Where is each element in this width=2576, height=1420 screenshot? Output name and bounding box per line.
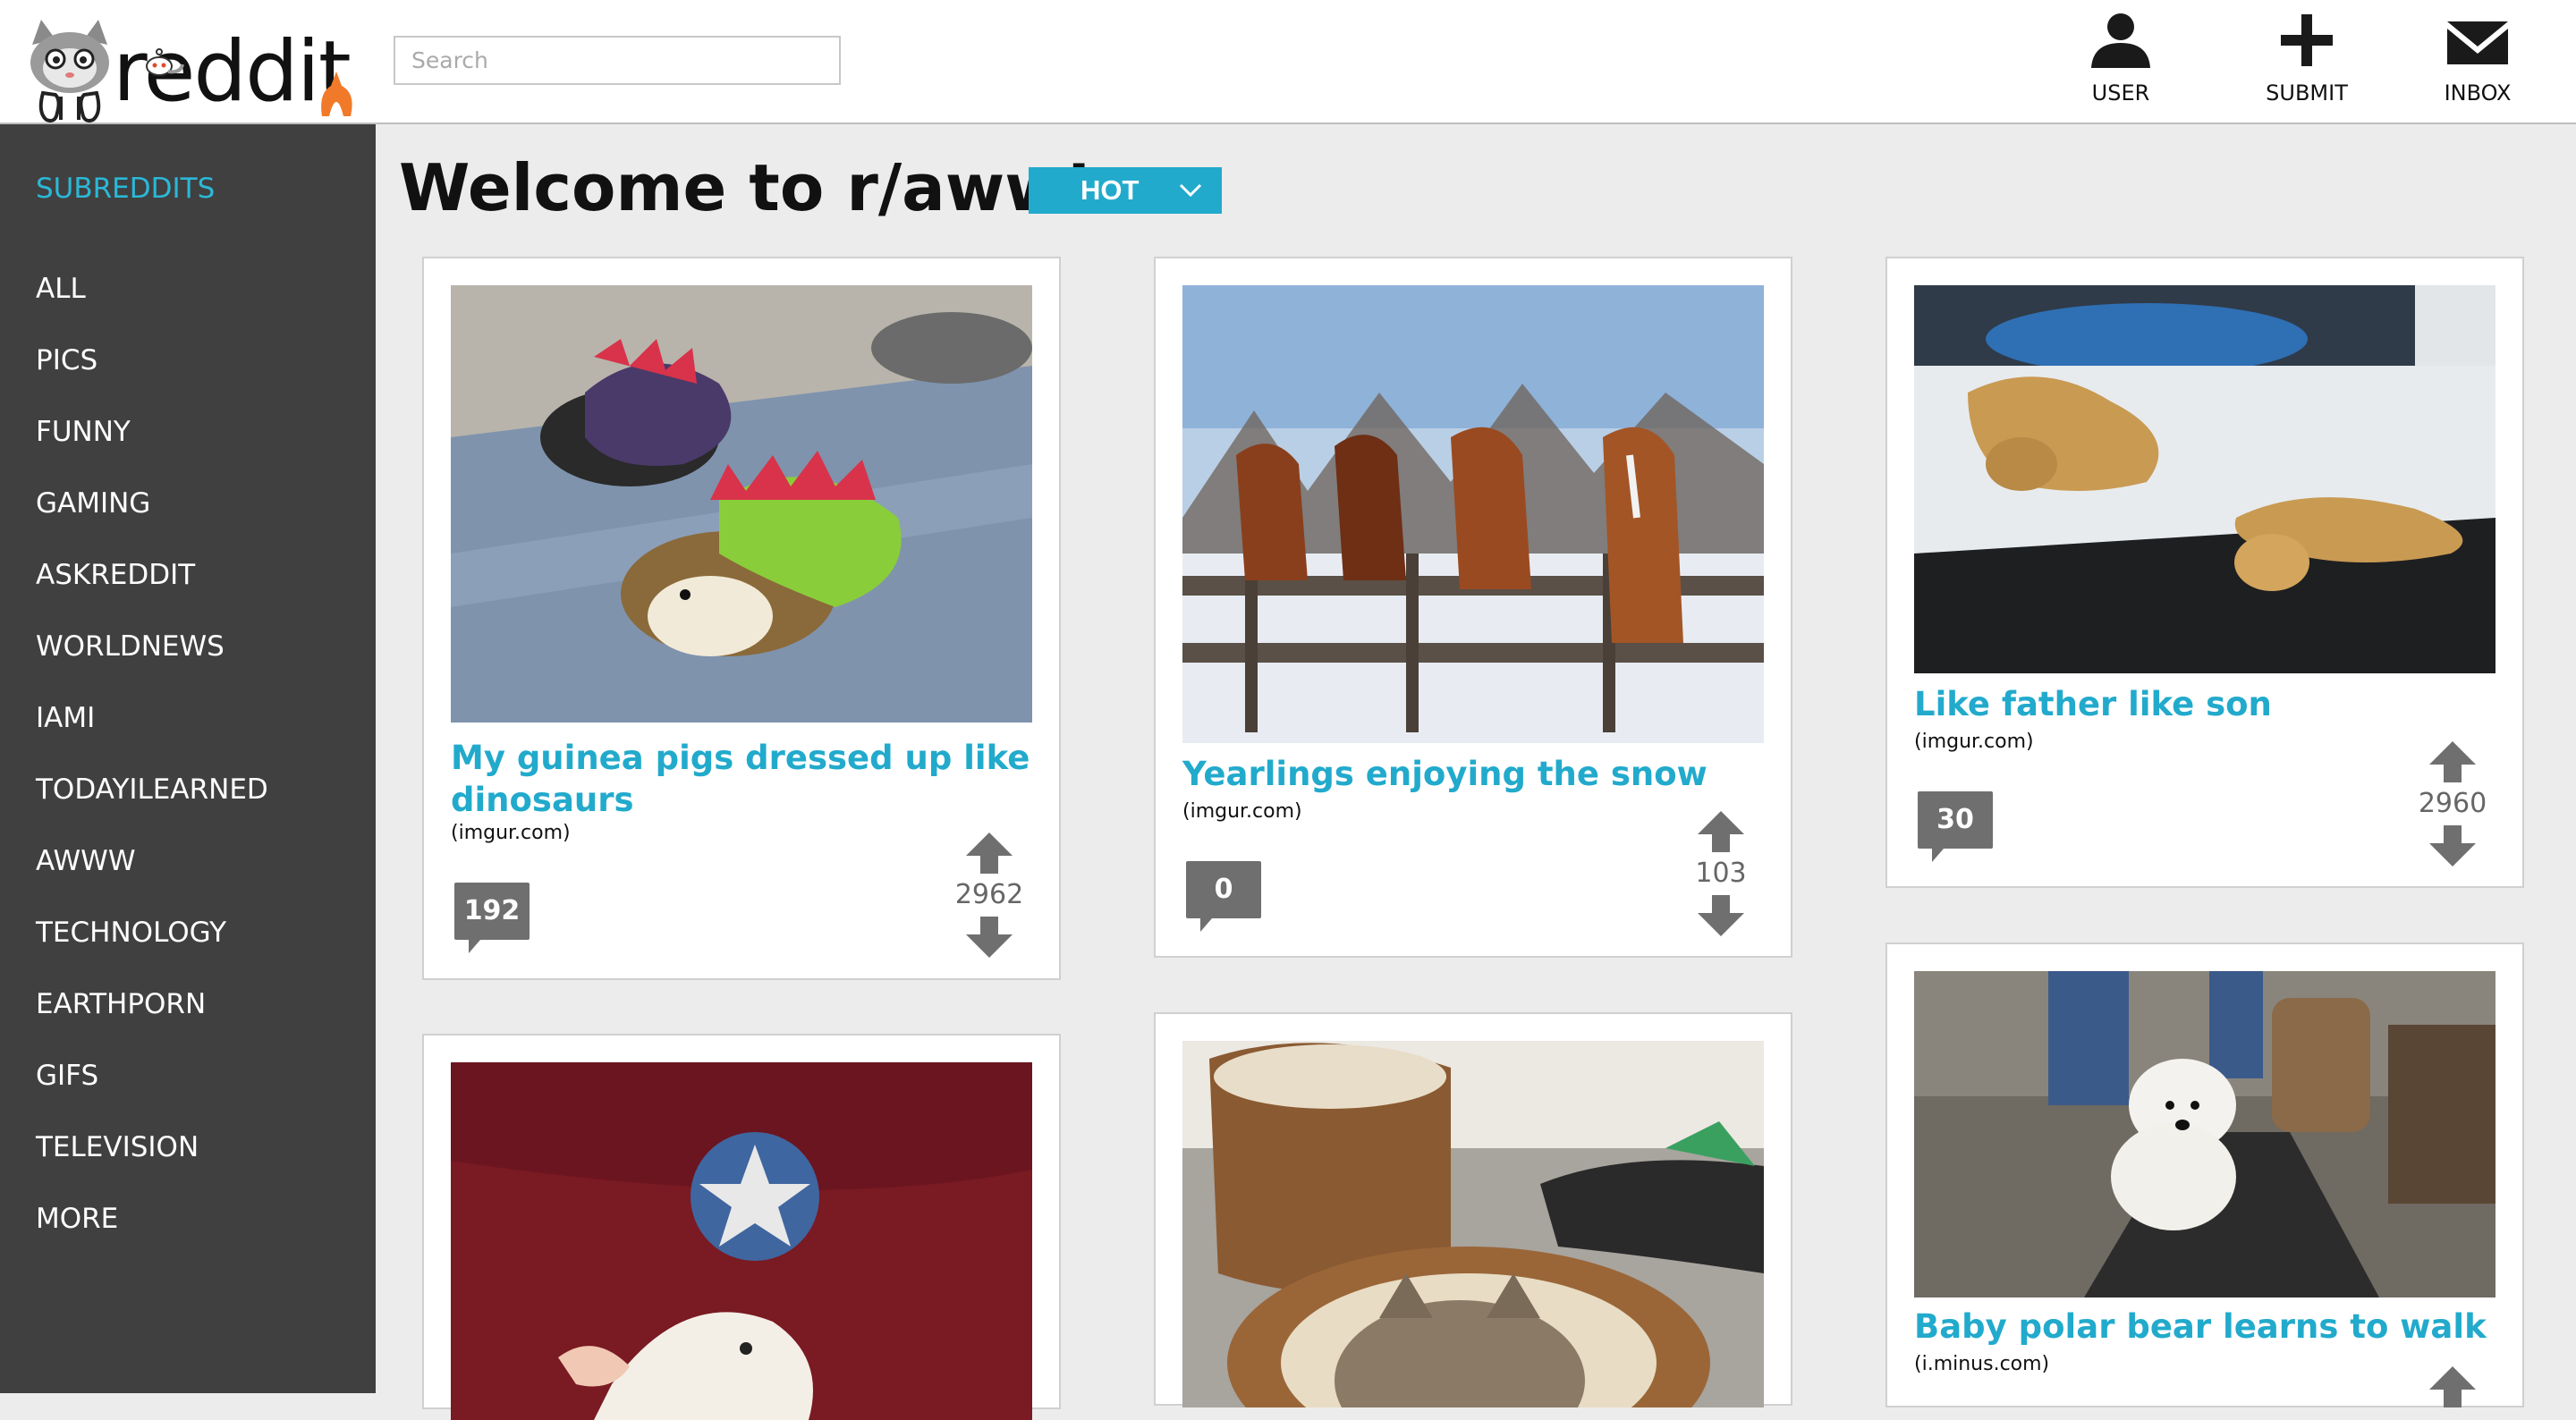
vote-widget bbox=[2408, 1366, 2497, 1407]
post-score: 103 bbox=[1695, 858, 1747, 889]
sidebar-item-all[interactable]: ALL bbox=[0, 253, 376, 325]
post-score: 2960 bbox=[2418, 788, 2487, 819]
subreddit-list: ALL PICS FUNNY GAMING ASKREDDIT WORLDNEW… bbox=[0, 253, 376, 1255]
post-thumbnail-dogs[interactable] bbox=[1914, 285, 2496, 673]
post-card: Like father like son (imgur.com) 30 2960 bbox=[1885, 257, 2524, 888]
vote-widget: 103 bbox=[1676, 811, 1766, 936]
post-card bbox=[1154, 1012, 1792, 1407]
post-thumbnail-kitten[interactable] bbox=[1182, 1041, 1764, 1407]
sidebar-title: SUBREDDITS bbox=[36, 173, 216, 205]
search-input[interactable] bbox=[394, 36, 841, 85]
post-title[interactable]: Baby polar bear learns to walk bbox=[1914, 1306, 2504, 1348]
sort-label: HOT bbox=[1080, 174, 1140, 206]
post-card: Yearlings enjoying the snow (imgur.com) … bbox=[1154, 257, 1792, 958]
inbox-label: INBOX bbox=[2444, 80, 2512, 106]
post-score: 2962 bbox=[954, 879, 1024, 910]
downvote-arrow-icon[interactable] bbox=[2429, 825, 2476, 866]
page-title: Welcome to r/aww! bbox=[399, 150, 1094, 225]
post-thumbnail-puppy[interactable] bbox=[451, 1062, 1032, 1420]
reddit-logo[interactable]: reddit bbox=[25, 20, 356, 127]
sidebar-item-awww[interactable]: AWWW bbox=[0, 825, 376, 897]
sidebar-item-more[interactable]: MORE bbox=[0, 1183, 376, 1255]
submit-label: SUBMIT bbox=[2266, 80, 2348, 106]
post-title[interactable]: Yearlings enjoying the snow bbox=[1182, 753, 1773, 795]
sidebar-item-gaming[interactable]: GAMING bbox=[0, 468, 376, 539]
snoo-mini-icon bbox=[146, 48, 184, 76]
upvote-arrow-icon[interactable] bbox=[2429, 741, 2476, 782]
vote-widget: 2960 bbox=[2408, 741, 2497, 866]
sidebar-item-iami[interactable]: IAMI bbox=[0, 682, 376, 754]
sidebar-item-television[interactable]: TELEVISION bbox=[0, 1111, 376, 1183]
user-icon bbox=[2091, 13, 2150, 68]
post-thumbnail-horses[interactable] bbox=[1182, 285, 1764, 743]
comment-count-badge[interactable]: 192 bbox=[454, 883, 530, 953]
user-button[interactable]: USER bbox=[2054, 13, 2188, 118]
sidebar-item-worldnews[interactable]: WORLDNEWS bbox=[0, 611, 376, 682]
sidebar-item-pics[interactable]: PICS bbox=[0, 325, 376, 396]
subreddit-sidebar: SUBREDDITS ALL PICS FUNNY GAMING ASKREDD… bbox=[0, 124, 376, 1393]
sidebar-item-earthporn[interactable]: EARTHPORN bbox=[0, 968, 376, 1040]
comment-count-badge[interactable]: 0 bbox=[1186, 861, 1261, 932]
vote-widget: 2962 bbox=[945, 833, 1034, 958]
chevron-down-icon bbox=[1179, 183, 1202, 198]
post-card: My guinea pigs dressed up like dinosaurs… bbox=[422, 257, 1061, 980]
downvote-arrow-icon[interactable] bbox=[966, 917, 1013, 958]
submit-button[interactable]: SUBMIT bbox=[2240, 13, 2374, 118]
post-domain[interactable]: (imgur.com) bbox=[451, 822, 571, 844]
comment-count-badge[interactable]: 30 bbox=[1918, 791, 1993, 862]
downvote-arrow-icon[interactable] bbox=[1698, 895, 1744, 936]
sidebar-item-funny[interactable]: FUNNY bbox=[0, 396, 376, 468]
envelope-icon bbox=[2447, 21, 2508, 64]
sidebar-item-askreddit[interactable]: ASKREDDIT bbox=[0, 539, 376, 611]
sidebar-item-gifs[interactable]: GIFS bbox=[0, 1040, 376, 1111]
top-header: reddit USER SUBMIT INBOX bbox=[0, 0, 2576, 124]
post-title[interactable]: Like father like son bbox=[1914, 683, 2504, 725]
upvote-arrow-icon[interactable] bbox=[2429, 1366, 2476, 1407]
fox-mascot-icon bbox=[321, 72, 352, 116]
post-domain[interactable]: (imgur.com) bbox=[1914, 731, 2034, 753]
sort-dropdown[interactable]: HOT bbox=[1029, 167, 1222, 214]
post-title[interactable]: My guinea pigs dressed up like dinosaurs bbox=[451, 737, 1041, 821]
inbox-button[interactable]: INBOX bbox=[2411, 13, 2545, 118]
post-domain[interactable]: (i.minus.com) bbox=[1914, 1353, 2049, 1375]
user-label: USER bbox=[2091, 80, 2150, 106]
upvote-arrow-icon[interactable] bbox=[1698, 811, 1744, 852]
post-card bbox=[422, 1034, 1061, 1420]
sidebar-item-technology[interactable]: TECHNOLOGY bbox=[0, 897, 376, 968]
plus-icon bbox=[2281, 14, 2333, 66]
post-thumbnail-polar-bear[interactable] bbox=[1914, 971, 2496, 1297]
post-card: Baby polar bear learns to walk (i.minus.… bbox=[1885, 942, 2524, 1407]
post-thumbnail-guinea-pigs[interactable] bbox=[451, 285, 1032, 723]
sidebar-item-todayilearned[interactable]: TODAYILEARNED bbox=[0, 754, 376, 825]
upvote-arrow-icon[interactable] bbox=[966, 833, 1013, 874]
post-domain[interactable]: (imgur.com) bbox=[1182, 800, 1302, 823]
cat-mascot-icon bbox=[30, 20, 109, 123]
